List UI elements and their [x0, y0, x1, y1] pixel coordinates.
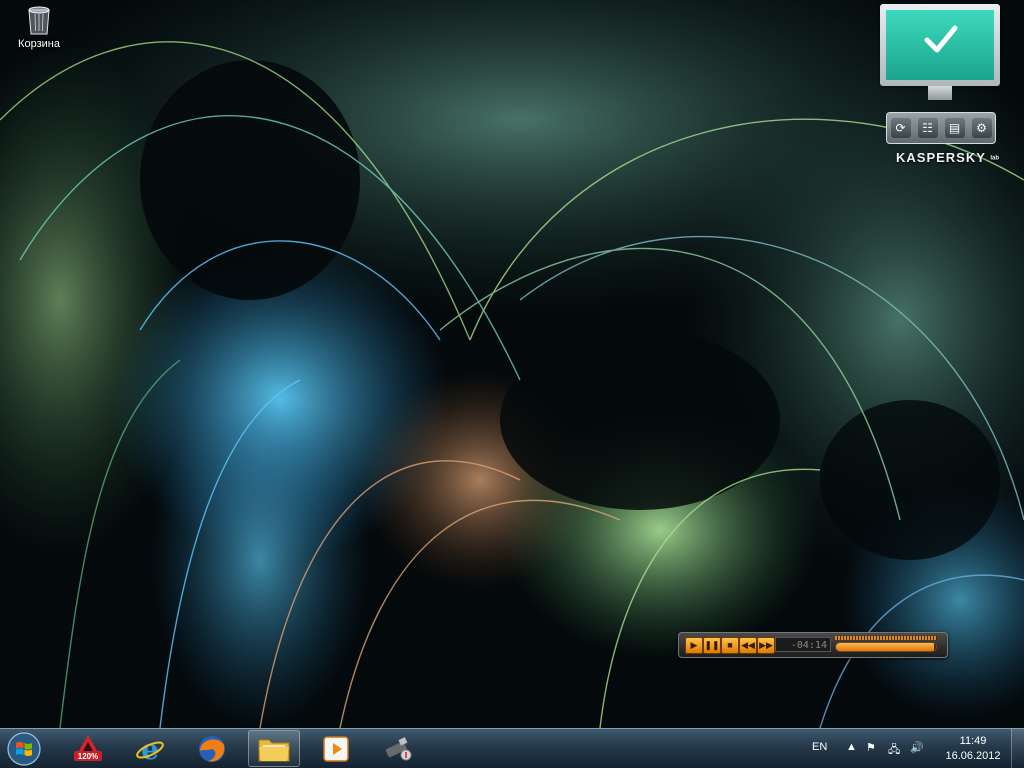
previous-icon: ◀◀	[741, 640, 755, 650]
playback-time: -04:14	[775, 637, 831, 652]
pause-button[interactable]: ❚❚	[703, 637, 721, 654]
taskbar-app-internet-explorer[interactable]: e	[124, 730, 176, 767]
play-icon: ▶	[690, 640, 698, 650]
stop-button[interactable]: ■	[721, 637, 739, 654]
show-desktop-button[interactable]	[1011, 729, 1024, 769]
folder-icon	[258, 739, 290, 761]
clock-date: 16.06.2012	[945, 750, 1001, 762]
kaspersky-gadget[interactable]: ⟳ ☷ ▤ ⚙ KASPERSKY lab	[878, 4, 1004, 174]
recycle-bin-label: Корзина	[18, 38, 60, 50]
reports-icon[interactable]: ▤	[944, 118, 965, 138]
pause-icon: ❚❚	[704, 640, 720, 650]
kaspersky-toolbar: ⟳ ☷ ▤ ⚙	[886, 112, 996, 144]
recycle-bin-shortcut[interactable]: Корзина	[10, 4, 68, 62]
previous-button[interactable]: ◀◀	[739, 637, 757, 654]
show-hidden-icons-icon[interactable]: ▲	[846, 741, 857, 753]
taskbar-app-usb[interactable]	[372, 730, 424, 767]
usb-drive-icon	[385, 736, 412, 760]
autocad-120-icon: 120%	[74, 734, 102, 761]
seek-bar-fill	[836, 643, 934, 651]
checkmark-icon	[924, 25, 958, 53]
taskbar: 120% e EN ▲ ⚑ 🖧 🔊 11:49 16.06.2012	[0, 728, 1024, 769]
language-indicator[interactable]: EN	[812, 741, 827, 753]
stop-icon: ■	[727, 640, 733, 650]
internet-explorer-icon: e	[136, 733, 164, 765]
firefox-icon	[199, 735, 225, 762]
kaspersky-status-screen	[886, 10, 994, 80]
kaspersky-monitor[interactable]	[880, 4, 1000, 86]
update-icon[interactable]: ⟳	[890, 118, 911, 138]
taskbar-app-windows-explorer[interactable]	[248, 730, 300, 767]
recycle-bin-icon	[28, 6, 50, 35]
settings-icon[interactable]: ⚙	[971, 118, 992, 138]
tasks-icon[interactable]: ☷	[917, 118, 938, 138]
windows-logo-icon	[7, 732, 41, 766]
taskbar-app-autocad[interactable]: 120%	[62, 730, 114, 767]
clock-time: 11:49	[959, 735, 987, 747]
media-player-minibar: ▶ ❚❚ ■ ◀◀ ▶▶ -04:14	[678, 632, 948, 658]
volume-icon[interactable]: 🔊	[910, 741, 924, 754]
kaspersky-logo: KASPERSKY lab	[896, 150, 999, 165]
clock[interactable]: 11:49 16.06.2012	[940, 734, 1006, 764]
start-button[interactable]	[4, 731, 44, 767]
play-button[interactable]: ▶	[685, 637, 703, 654]
autocad-badge: 120%	[78, 752, 98, 761]
taskbar-app-firefox[interactable]	[186, 730, 238, 767]
volume-level-meter	[835, 636, 937, 640]
taskbar-app-media-player[interactable]	[310, 730, 362, 767]
kaspersky-monitor-stand	[928, 86, 952, 100]
next-icon: ▶▶	[759, 640, 773, 650]
network-icon[interactable]: 🖧	[888, 741, 900, 760]
action-center-flag-icon[interactable]: ⚑	[866, 741, 876, 754]
media-player-icon	[323, 735, 349, 762]
system-tray: EN ▲ ⚑ 🖧 🔊 11:49 16.06.2012	[804, 729, 1024, 769]
next-button[interactable]: ▶▶	[757, 637, 775, 654]
fractal-wallpaper	[0, 0, 1024, 728]
desktop[interactable]: Корзина ⟳ ☷ ▤ ⚙ KASPERSKY lab ▶ ❚❚ ■ ◀◀ …	[0, 0, 1024, 728]
seek-bar[interactable]	[835, 642, 937, 652]
svg-text:e: e	[141, 733, 159, 765]
